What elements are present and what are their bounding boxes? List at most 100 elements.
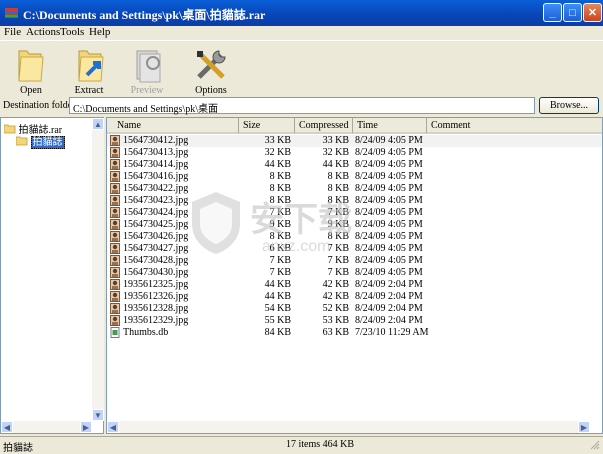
toolbar: Open Extract Preview Options [0, 40, 603, 97]
tools-icon [197, 50, 226, 79]
column-header-name[interactable]: Name [107, 118, 239, 134]
file-compressed: 42 KB [322, 291, 349, 302]
file-size: 44 KB [264, 159, 291, 170]
image-icon [110, 183, 120, 194]
file-row[interactable]: 1935612325.jpg 44 KB 42 KB 8/24/09 2:04 PM [107, 279, 602, 291]
menu-tools[interactable]: Tools [60, 26, 84, 38]
destination-bar: Destination folder: C:\Documents and Set… [0, 97, 603, 117]
open-button[interactable]: Open [6, 43, 56, 96]
image-icon [110, 291, 120, 302]
file-name: 1564730427.jpg [123, 243, 189, 254]
file-name: 1564730414.jpg [123, 159, 189, 170]
resize-grip-icon[interactable] [590, 440, 600, 450]
image-icon [110, 207, 120, 218]
scroll-right-arrow-icon[interactable]: ▶ [80, 421, 92, 433]
watermark: 安下载 anxz.com [180, 180, 370, 270]
file-row[interactable]: 1935612328.jpg 54 KB 52 KB 8/24/09 2:04 PM [107, 303, 602, 315]
file-name: Thumbs.db [123, 327, 169, 338]
folder-tree: 拍貓誌.rar 拍貓誌 ▲ ▼ ◀ ▶ [0, 117, 104, 434]
file-time: 8/24/09 4:05 PM [355, 159, 423, 170]
menu-actions[interactable]: Actions [26, 26, 60, 38]
list-horizontal-scrollbar[interactable]: ◀ ▶ [107, 421, 590, 433]
status-bar: 拍貓誌 17 items 464 KB [0, 436, 603, 454]
image-icon [110, 171, 120, 182]
file-size: 55 KB [264, 315, 291, 326]
file-name: 1935612329.jpg [123, 315, 189, 326]
file-name: 1935612325.jpg [123, 279, 189, 290]
file-time: 7/23/10 11:29 AM [355, 327, 429, 338]
image-icon [110, 195, 120, 206]
file-size: 44 KB [264, 291, 291, 302]
maximize-button[interactable]: □ [563, 3, 582, 22]
extract-folder-icon [78, 50, 104, 82]
file-row[interactable]: 1564730413.jpg 32 KB 32 KB 8/24/09 4:05 PM [107, 147, 602, 159]
menu-bar: File Actions Tools Help [0, 26, 603, 40]
file-time: 8/24/09 4:05 PM [355, 147, 423, 158]
file-time: 8/24/09 2:04 PM [355, 291, 423, 302]
browse-button[interactable]: Browse... [539, 97, 599, 114]
column-header-size[interactable]: Size [239, 118, 295, 134]
image-icon [110, 219, 120, 230]
image-icon [110, 159, 120, 170]
minimize-button[interactable]: _ [543, 3, 562, 22]
file-row[interactable]: 1935612326.jpg 44 KB 42 KB 8/24/09 2:04 PM [107, 291, 602, 303]
file-compressed: 32 KB [322, 147, 349, 158]
file-name: 1564730424.jpg [123, 207, 189, 218]
file-size: 84 KB [264, 327, 291, 338]
file-row[interactable]: 1564730414.jpg 44 KB 44 KB 8/24/09 4:05 PM [107, 159, 602, 171]
winrar-app-icon [5, 8, 18, 18]
scroll-down-arrow-icon[interactable]: ▼ [92, 409, 104, 421]
file-name: 1935612326.jpg [123, 291, 189, 302]
scroll-left-arrow-icon[interactable]: ◀ [1, 421, 13, 433]
image-icon [110, 315, 120, 326]
file-name: 1564730422.jpg [123, 183, 189, 194]
preview-button[interactable]: Preview [122, 43, 172, 96]
preview-icon [136, 50, 161, 83]
file-size: 32 KB [264, 147, 291, 158]
folder-icon [3, 124, 16, 134]
tree-vertical-scrollbar[interactable]: ▲ ▼ [92, 118, 104, 421]
status-summary: 17 items 464 KB [286, 439, 355, 450]
extract-button[interactable]: Extract [64, 43, 114, 96]
file-compressed: 42 KB [322, 279, 349, 290]
image-icon [110, 147, 120, 158]
file-time: 8/24/09 2:04 PM [355, 303, 423, 314]
file-row[interactable]: 1935612329.jpg 55 KB 53 KB 8/24/09 2:04 PM [107, 315, 602, 327]
scroll-left-arrow-icon[interactable]: ◀ [107, 421, 119, 433]
file-size: 44 KB [264, 279, 291, 290]
tree-item-folder[interactable]: 拍貓誌 [15, 133, 65, 149]
destination-input[interactable]: C:\Documents and Settings\pk\桌面 [69, 97, 535, 115]
image-icon [110, 243, 120, 254]
file-row[interactable]: 1564730412.jpg 33 KB 33 KB 8/24/09 4:05 PM [107, 135, 602, 147]
folder-open-icon [15, 136, 28, 146]
file-compressed: 53 KB [322, 315, 349, 326]
column-header-compressed[interactable]: Compressed [295, 118, 353, 134]
options-button[interactable]: Options [186, 43, 236, 96]
db-file-icon [110, 327, 120, 338]
window-title: C:\Documents and Settings\pk\桌面\拍貓誌.rar [23, 8, 266, 22]
column-header-time[interactable]: Time [353, 118, 427, 134]
scroll-up-arrow-icon[interactable]: ▲ [92, 118, 104, 130]
image-icon [110, 303, 120, 314]
file-name: 1564730428.jpg [123, 255, 189, 266]
column-header-comment[interactable]: Comment [427, 118, 602, 134]
file-name: 1564730426.jpg [123, 231, 189, 242]
shield-logo-icon [192, 192, 240, 254]
tree-horizontal-scrollbar[interactable]: ◀ ▶ [1, 421, 92, 433]
file-name: 1564730430.jpg [123, 267, 189, 278]
close-button[interactable]: ✕ [583, 3, 602, 22]
menu-help[interactable]: Help [89, 26, 110, 38]
file-time: 8/24/09 2:04 PM [355, 315, 423, 326]
file-row[interactable]: Thumbs.db 84 KB 63 KB 7/23/10 11:29 AM [107, 327, 602, 339]
image-icon [110, 267, 120, 278]
watermark-text: 安下载 [250, 200, 352, 240]
file-name: 1564730413.jpg [123, 147, 189, 158]
image-icon [110, 279, 120, 290]
image-icon [110, 255, 120, 266]
image-icon [110, 135, 120, 146]
file-name: 1564730412.jpg [123, 135, 189, 146]
file-list: Name Size Compressed Time Comment 156473… [106, 117, 603, 434]
scroll-right-arrow-icon[interactable]: ▶ [578, 421, 590, 433]
file-time: 8/24/09 4:05 PM [355, 135, 423, 146]
menu-file[interactable]: File [4, 26, 21, 38]
